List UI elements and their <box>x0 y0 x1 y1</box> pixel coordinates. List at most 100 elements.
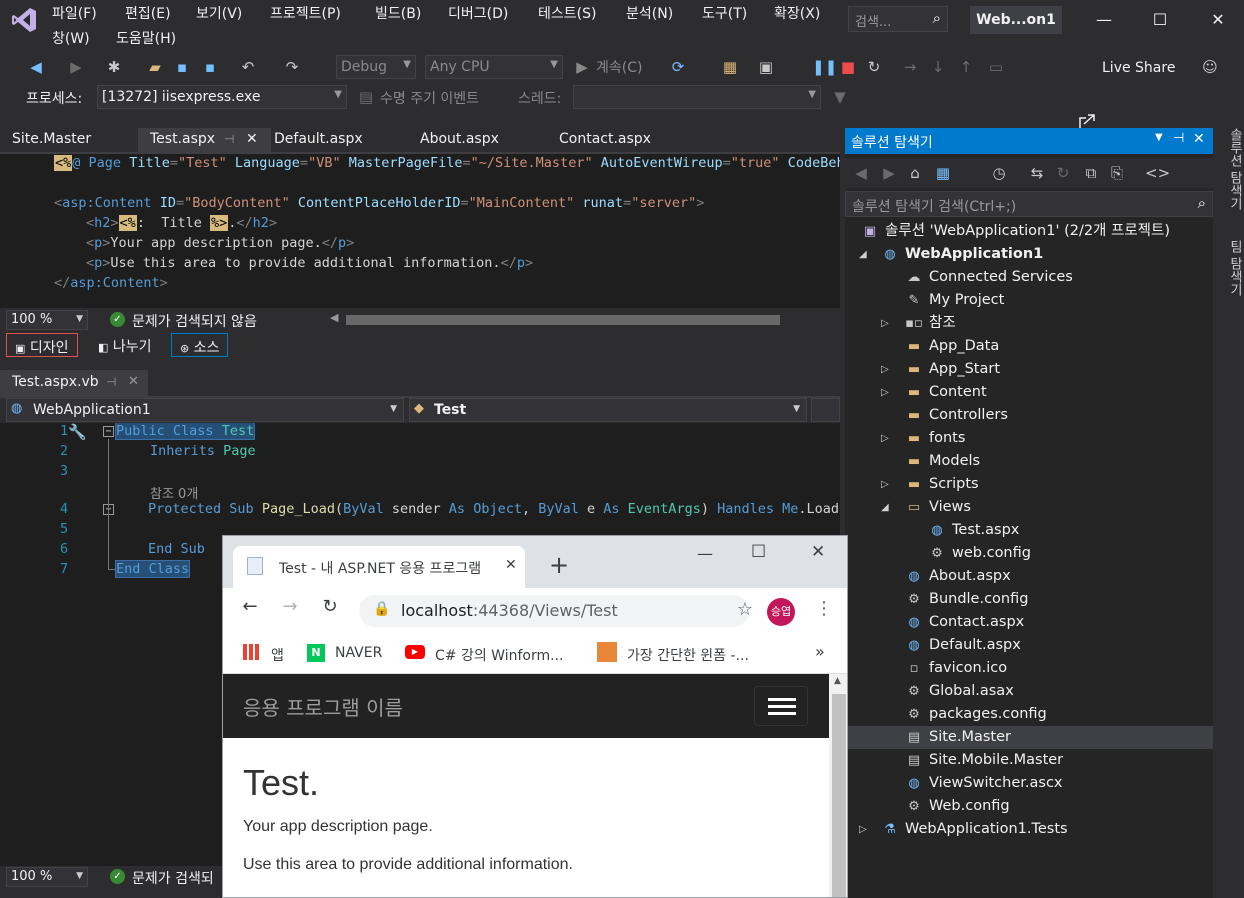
maximize-button[interactable]: ☐ <box>751 542 766 562</box>
tree-item-controllers[interactable]: ▬ Controllers <box>905 404 1008 427</box>
redo-icon[interactable]: ↷ <box>282 57 302 77</box>
menu-debug[interactable]: 디버그(D) <box>448 3 508 23</box>
new-tab-icon[interactable]: + <box>549 553 569 577</box>
step-into-icon[interactable]: ↓ <box>928 57 948 77</box>
menu-analyze[interactable]: 분석(N) <box>626 3 673 23</box>
config-combo[interactable]: Debug ▼ <box>336 55 416 79</box>
split-view-button[interactable]: ◧ 나누기 <box>90 333 160 357</box>
tree-item-viewswitcher[interactable]: ◍ ViewSwitcher.ascx <box>905 772 1062 795</box>
site-brand-link[interactable]: 응용 프로그램 이름 <box>243 692 403 721</box>
tree-item-solution[interactable]: ▣ 솔루션 'WebApplication1' (2/2개 프로젝트) <box>861 220 1170 243</box>
pending-changes-icon[interactable]: ◷ <box>989 163 1009 183</box>
horizontal-scrollbar[interactable] <box>346 315 780 325</box>
tree-item-bundle-config[interactable]: ⚙ Bundle.config <box>905 588 1028 611</box>
menu-build[interactable]: 빌드(B) <box>375 3 421 23</box>
tree-item-content[interactable]: ▬ Content <box>905 381 987 404</box>
collapse-icon[interactable]: − <box>103 426 114 437</box>
collapsed-icon[interactable]: ▷ <box>881 427 893 450</box>
reference-count-lens[interactable]: 참조 0개 <box>150 483 198 502</box>
play-icon[interactable]: ▶ <box>572 57 592 77</box>
pin-icon[interactable]: ⊣ <box>1173 131 1184 146</box>
tree-item-connected-services[interactable]: ☁ Connected Services <box>905 266 1073 289</box>
tree-item-site-mobile-master[interactable]: ▤ Site.Mobile.Master <box>905 749 1063 772</box>
wrench-icon[interactable]: 🔧 <box>68 423 87 441</box>
process-combo[interactable]: [13272] iisexpress.exe ▼ <box>97 85 347 109</box>
close-tab-icon[interactable]: ✕ <box>505 557 517 573</box>
class-nav-combo[interactable]: ◆ Test ▼ <box>409 398 807 422</box>
save-icon[interactable]: ▪ <box>172 57 192 77</box>
menu-help[interactable]: 도움말(H) <box>116 28 176 48</box>
menu-extensions[interactable]: 확장(X) <box>774 3 820 23</box>
side-tab-solution-explorer[interactable]: 솔루션 탐색기 <box>1214 128 1244 238</box>
zoom-combo[interactable]: 100 % ▼ <box>6 310 88 330</box>
forward-icon[interactable]: ▶ <box>879 163 899 183</box>
quick-search[interactable]: 검색... ⌕ <box>848 6 948 32</box>
bookmark-star-icon[interactable]: ☆ <box>737 599 753 620</box>
close-button[interactable]: ✕ <box>1198 6 1238 34</box>
filter-icon[interactable]: ▼ <box>830 87 850 107</box>
forward-icon[interactable]: → <box>275 596 305 617</box>
tree-item-my-project[interactable]: ✎ My Project <box>905 289 1005 312</box>
save-all-icon[interactable]: ▪ <box>200 57 220 77</box>
tab-about-aspx[interactable]: About.aspx <box>408 128 511 152</box>
stop-icon[interactable]: ■ <box>838 57 858 77</box>
tree-item-app-data[interactable]: ▬ App_Data <box>905 335 999 358</box>
collapsed-icon[interactable]: ▷ <box>881 381 893 404</box>
menu-tools[interactable]: 도구(T) <box>702 3 747 23</box>
source-view-button[interactable]: ⊛ 소스 <box>171 333 229 357</box>
back-icon[interactable]: ← <box>235 596 265 617</box>
menu-window[interactable]: 창(W) <box>52 28 90 48</box>
step-out-icon[interactable]: ↑ <box>956 57 976 77</box>
maximize-button[interactable]: ☐ <box>1140 6 1180 34</box>
member-nav-combo[interactable] <box>811 398 840 422</box>
menu-project[interactable]: 프로젝트(P) <box>270 3 341 23</box>
open-icon[interactable]: ▰ <box>145 57 165 77</box>
close-tab-icon[interactable]: ✕ <box>246 131 258 147</box>
side-tab-team-explorer[interactable]: 팀 탐색기 <box>1214 240 1244 310</box>
collapsed-icon[interactable]: ▷ <box>881 473 893 496</box>
undo-icon[interactable]: ↶ <box>238 57 258 77</box>
collapsed-icon[interactable]: ▷ <box>881 358 893 381</box>
platform-combo[interactable]: Any CPU ▼ <box>425 55 563 79</box>
feedback-icon[interactable]: ☺ <box>1200 57 1220 77</box>
thread-combo[interactable]: ▼ <box>573 85 821 109</box>
live-share-button[interactable]: Live Share <box>1102 60 1175 76</box>
tree-item-models[interactable]: ▬ Models <box>905 450 980 473</box>
back-icon[interactable]: ◀ <box>851 163 871 183</box>
browser-vertical-scrollbar[interactable]: ▲ <box>829 674 847 897</box>
scroll-thumb[interactable] <box>832 694 846 897</box>
tree-item-project[interactable]: ◍ WebApplication1 <box>881 243 1043 266</box>
tree-item-tests-project[interactable]: ⚗ WebApplication1.Tests <box>881 818 1067 841</box>
refresh-icon[interactable]: ↻ <box>1053 163 1073 183</box>
tree-item-views[interactable]: ▭ Views <box>905 496 971 519</box>
more-bookmarks-icon[interactable]: » <box>815 642 825 661</box>
menu-file[interactable]: 파일(F) <box>52 3 97 23</box>
tree-item-app-start[interactable]: ▬ App_Start <box>905 358 1000 381</box>
pause-icon[interactable]: ❚❚ <box>812 57 837 77</box>
design-view-button[interactable]: ▣ 디자인 <box>6 333 78 357</box>
close-button[interactable]: ✕ <box>811 542 825 562</box>
tree-item-views-web-config[interactable]: ⚙ web.config <box>928 542 1031 565</box>
tree-item-packages-config[interactable]: ⚙ packages.config <box>905 703 1047 726</box>
profile-avatar[interactable]: 승엽 <box>767 598 795 626</box>
close-icon[interactable]: ✕ <box>1193 131 1205 147</box>
restart-icon[interactable]: ↻ <box>864 57 884 77</box>
collapsed-icon[interactable]: ▷ <box>881 312 893 335</box>
lifecycle-events-button[interactable]: 수명 주기 이벤트 <box>380 88 479 108</box>
tab-contact-aspx[interactable]: Contact.aspx <box>547 128 663 152</box>
menu-kebab-icon[interactable]: ⋮ <box>815 598 833 619</box>
collapsed-icon[interactable]: ▷ <box>859 818 871 841</box>
close-tab-icon[interactable]: ✕ <box>128 374 139 389</box>
minimize-button[interactable]: — <box>1084 6 1124 34</box>
tree-item-about-aspx[interactable]: ◍ About.aspx <box>905 565 1010 588</box>
expanded-icon[interactable]: ◢ <box>859 243 871 266</box>
tree-item-site-master[interactable]: ▤ Site.Master <box>847 726 1213 749</box>
sync-icon[interactable]: ⇆ <box>1027 163 1047 183</box>
bookmark-csharp-lecture[interactable]: C# 강의 Winform... <box>435 645 563 665</box>
chevron-down-icon[interactable]: ▼ <box>1155 132 1163 143</box>
tree-item-contact-aspx[interactable]: ◍ Contact.aspx <box>905 611 1024 634</box>
home-icon[interactable]: ⌂ <box>905 163 925 183</box>
hamburger-menu-button[interactable] <box>754 686 808 726</box>
step-over-icon[interactable]: → <box>900 57 920 77</box>
minimize-button[interactable]: — <box>697 544 713 563</box>
